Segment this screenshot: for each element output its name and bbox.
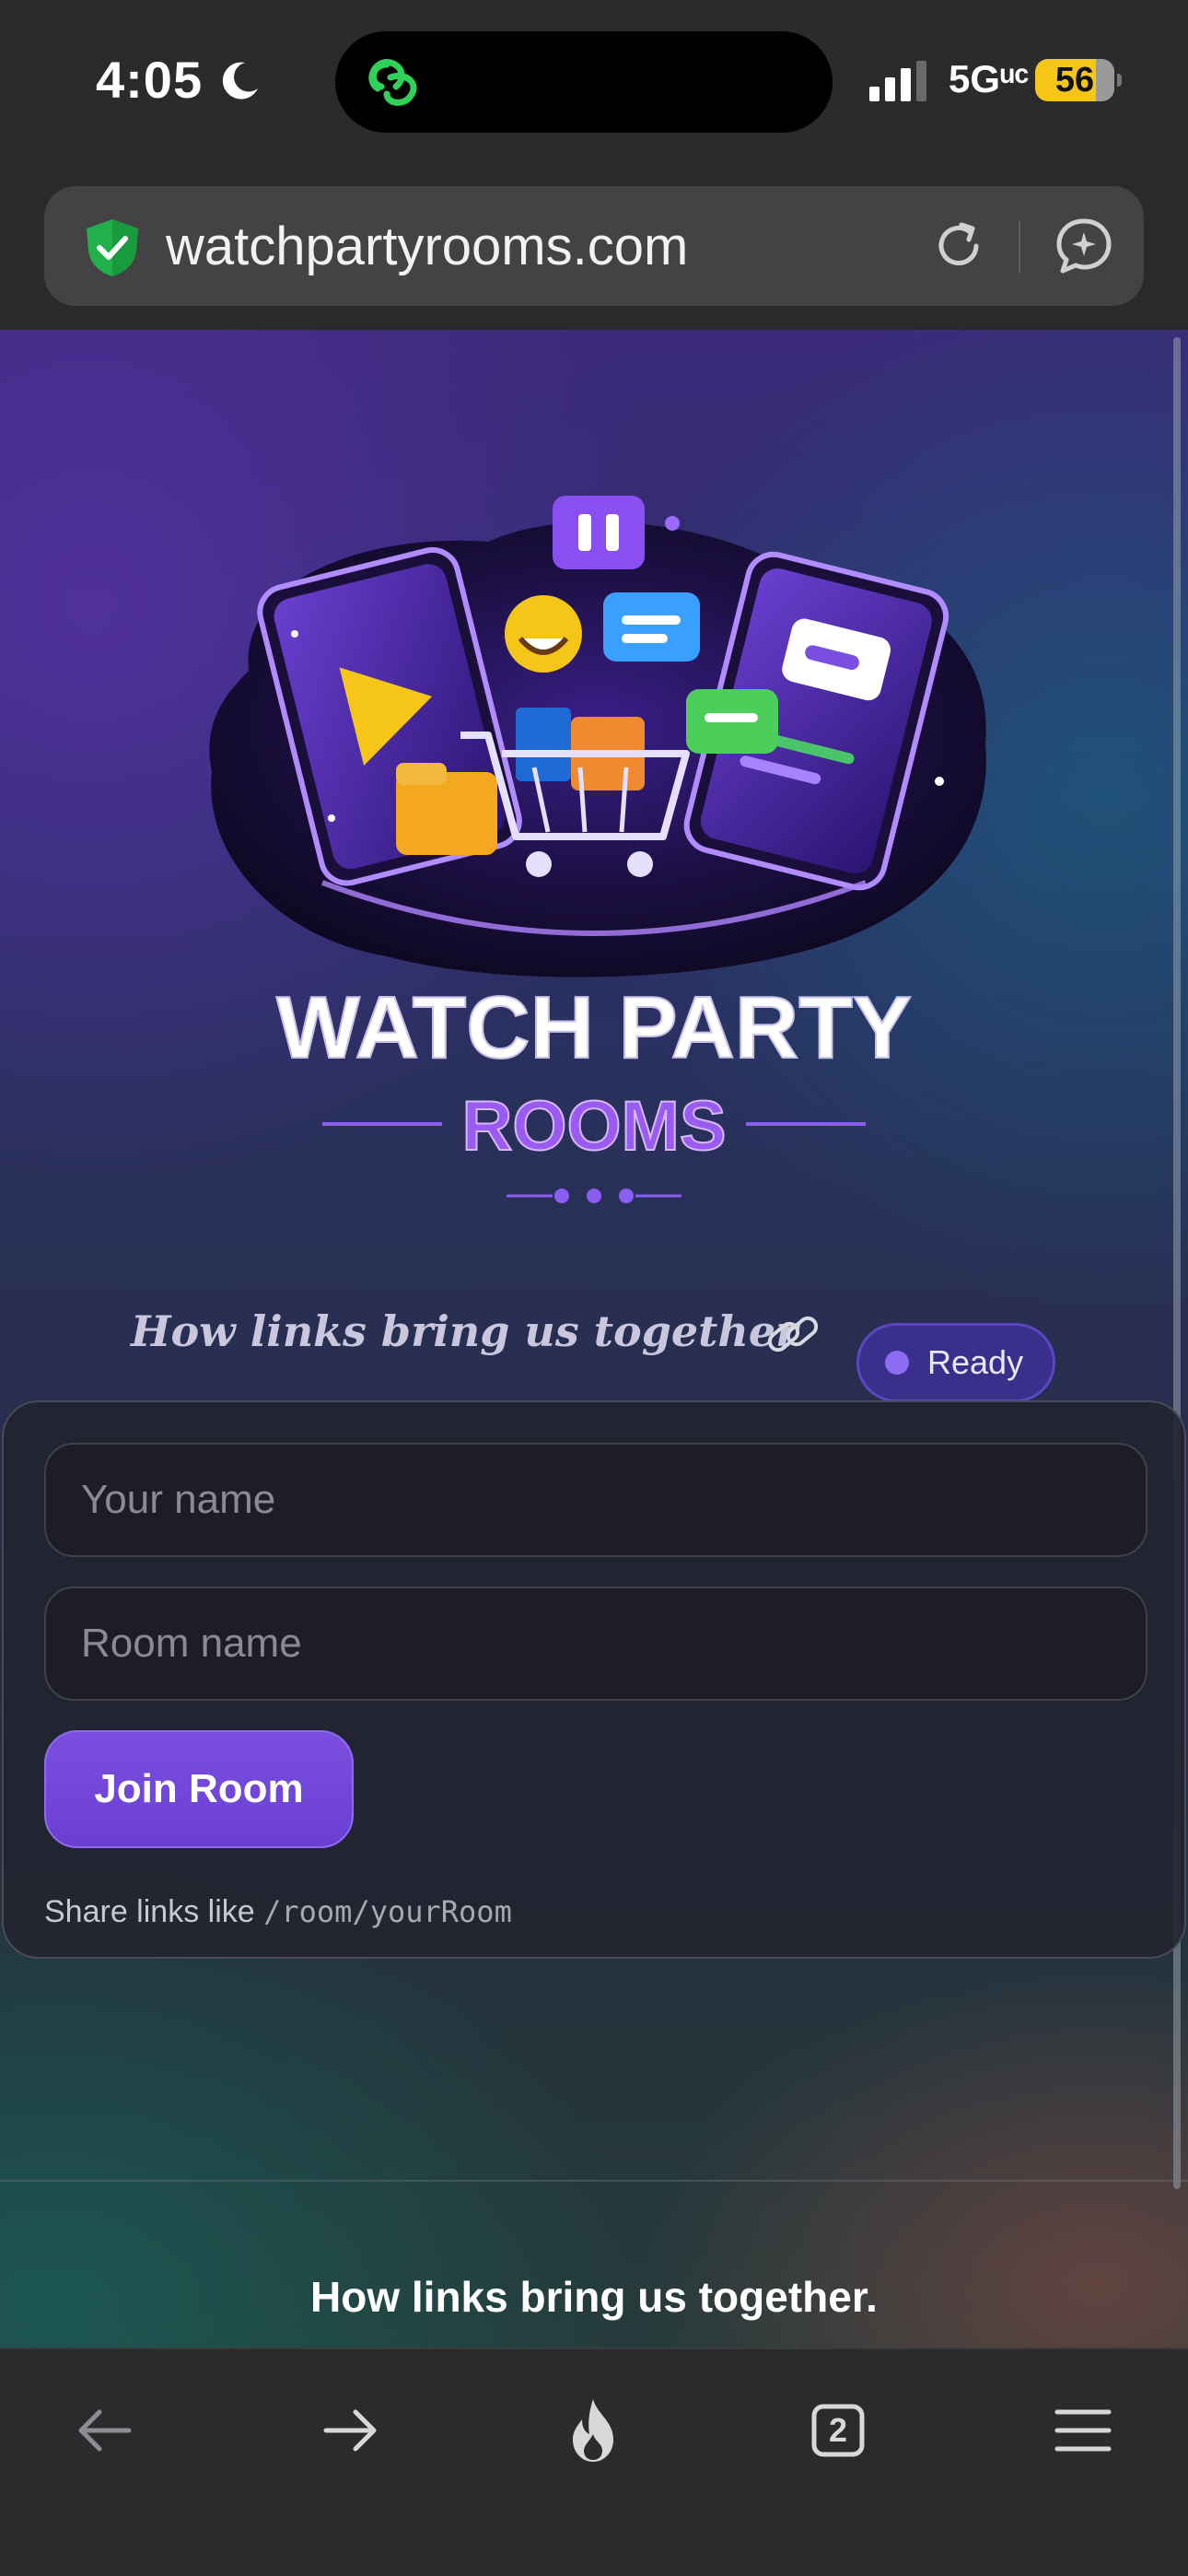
chain-link-icon: [368, 59, 417, 106]
shield-check-icon[interactable]: [83, 217, 142, 278]
url-text[interactable]: watchpartyrooms.com: [166, 216, 688, 277]
hero-tagline: How links bring us together: [131, 1306, 798, 1356]
join-room-card: Join Room Share links like /room/yourRoo…: [2, 1400, 1186, 1959]
reload-icon[interactable]: [928, 216, 989, 276]
share-example-path: /room/yourRoom: [263, 1894, 512, 1929]
ai-chat-icon[interactable]: [1052, 214, 1116, 278]
your-name-input[interactable]: [44, 1443, 1147, 1557]
room-name-input[interactable]: [44, 1587, 1147, 1701]
tabs-button[interactable]: 2: [801, 2394, 875, 2467]
logo-title-line1: WATCH PARTY: [276, 978, 912, 1077]
section-divider: [0, 2180, 1188, 2182]
dynamic-island: [335, 31, 833, 133]
signal-icon: [869, 61, 926, 101]
status-bar: 4:05 5Gᵘᶜ 56: [0, 0, 1188, 175]
address-bar[interactable]: watchpartyrooms.com: [44, 186, 1144, 306]
tabs-count: 2: [828, 2411, 848, 2449]
hero-tagline-row: How links bring us together Ready: [0, 1288, 1188, 1402]
moon-icon: [222, 62, 258, 100]
status-time: 4:05: [96, 51, 204, 109]
join-room-button[interactable]: Join Room: [44, 1730, 354, 1848]
url-bar-divider: [1019, 221, 1020, 273]
battery-empty-portion: [1096, 59, 1114, 101]
logo-title-line2: ROOMS: [461, 1087, 726, 1165]
status-label: Ready: [927, 1343, 1024, 1381]
flame-icon[interactable]: [556, 2394, 630, 2467]
browser-toolbar: 2: [0, 2348, 1188, 2576]
back-arrow-icon[interactable]: [68, 2394, 142, 2467]
link-icon: [767, 1316, 819, 1352]
share-hint: Share links like /room/yourRoom: [44, 1894, 512, 1930]
battery-level: 56: [1054, 60, 1095, 100]
forward-arrow-icon[interactable]: [313, 2394, 387, 2467]
watch-party-rooms-logo: WATCH PARTY ROOMS: [209, 496, 986, 1203]
status-dot: [885, 1351, 909, 1375]
web-page: WATCH PARTY ROOMS How links bring us tog…: [0, 330, 1188, 2348]
section-heading: How links bring us together.: [310, 2273, 878, 2321]
share-hint-prefix: Share links like: [44, 1894, 255, 1929]
battery-indicator: 56: [1035, 59, 1122, 101]
status-badge: Ready: [856, 1323, 1055, 1402]
network-label: 5Gᵘᶜ: [949, 57, 1030, 100]
menu-icon[interactable]: [1046, 2394, 1120, 2467]
